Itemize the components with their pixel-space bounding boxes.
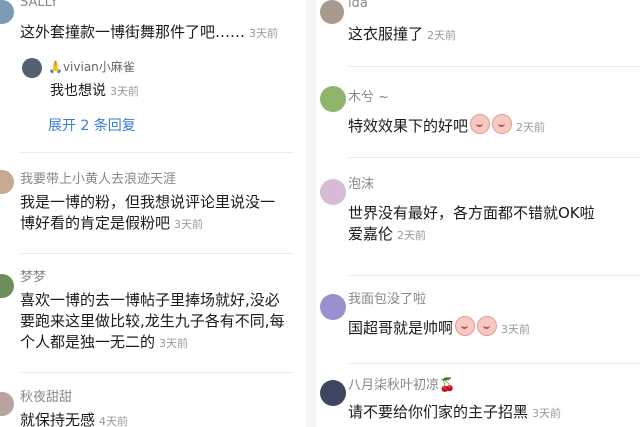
comment-username: 八月柒秋叶初凉 xyxy=(348,378,440,393)
divider xyxy=(348,157,640,158)
crying-face-emoji xyxy=(477,316,498,336)
avatar[interactable] xyxy=(0,392,14,416)
comment-text: 喜欢一博的去一博帖子里捧场就好,没必 要跑来这里做比较,龙生九子各有不同,每 个… xyxy=(20,290,304,354)
comment-body-line: 要跑来这里做比较,龙生九子各有不同,每 xyxy=(20,312,285,330)
comment-time: 3天前 xyxy=(532,407,562,420)
divider xyxy=(348,275,640,276)
avatar[interactable] xyxy=(320,179,346,205)
comment-username[interactable]: 秋夜甜甜 xyxy=(20,386,72,405)
crying-face-emoji xyxy=(455,316,476,336)
avatar[interactable] xyxy=(320,86,346,112)
comment-body-line: 博好看的肯定是假粉吧 xyxy=(20,214,171,232)
comment-body: 就保持无感 xyxy=(20,411,96,427)
crying-face-emoji xyxy=(470,114,491,134)
comment-item: 梦梦 喜欢一博的去一博帖子里捧场就好,没必 要跑来这里做比较,龙生九子各有不同,… xyxy=(0,262,306,372)
comment-text: 国超哥就是帅啊 3天前 xyxy=(348,316,530,340)
column-gap xyxy=(306,0,316,427)
avatar[interactable] xyxy=(0,274,14,298)
reply-text: 我也想说 3天前 xyxy=(50,80,139,100)
comment-body-line-end: 博好看的肯定是假粉吧 3天前 xyxy=(20,213,304,235)
comment-username[interactable]: 梦梦 xyxy=(20,266,46,285)
comment-time: 2天前 xyxy=(427,29,457,42)
avatar[interactable] xyxy=(0,0,14,24)
comment-body-line-end: 个人都是独一无二的 3天前 xyxy=(20,332,304,354)
comment-body: 这衣服撞了 xyxy=(348,25,424,43)
comment-body-line: 喜欢一博的去一博帖子里捧场就好,没必 xyxy=(20,291,280,309)
comment-time: 3天前 xyxy=(174,218,204,231)
comment-item: 木兮 ~ 特效效果下的好吧 2天前 xyxy=(316,72,640,152)
avatar[interactable] xyxy=(320,0,344,24)
divider xyxy=(348,66,640,67)
comment-username[interactable]: 我要带上小黄人去浪迹天涯 xyxy=(20,168,176,187)
divider xyxy=(20,253,294,254)
divider xyxy=(20,372,294,373)
comment-body: 特效效果下的好吧 xyxy=(348,117,469,135)
comment-body-line: 爱嘉伦 xyxy=(348,225,394,243)
expand-replies-link[interactable]: 展开 2 条回复 xyxy=(48,115,136,135)
comment-username[interactable]: ida xyxy=(348,0,368,11)
cherry-icon: 🍒 xyxy=(439,378,456,393)
reply-time: 3天前 xyxy=(110,85,139,98)
comment-item: 秋夜甜甜 就保持无感 4天前 xyxy=(0,380,306,427)
comment-username[interactable]: SALLY xyxy=(20,0,58,10)
comment-username[interactable]: 木兮 ~ xyxy=(348,86,389,105)
divider xyxy=(20,152,294,153)
right-comment-column: ida 这衣服撞了 2天前 木兮 ~ 特效效果下的好吧 2天前 泡沫 世界没有最好，… xyxy=(316,0,640,427)
avatar[interactable] xyxy=(320,294,346,320)
comment-text: 这外套撞款一博街舞那件了吧…… 3天前 xyxy=(20,22,278,44)
comment-username[interactable]: 我面包没了啦 xyxy=(348,288,426,307)
comment-time: 2天前 xyxy=(397,229,427,242)
comment-username[interactable]: 泡沫 xyxy=(348,173,374,192)
avatar[interactable] xyxy=(320,380,346,406)
crying-face-emoji xyxy=(492,114,513,134)
reply-username[interactable]: 🙏vivian小麻雀 xyxy=(48,58,135,75)
reply-body: 我也想说 xyxy=(50,83,106,99)
comment-text: 特效效果下的好吧 2天前 xyxy=(348,114,545,138)
comment-item: 我面包没了啦 国超哥就是帅啊 3天前 xyxy=(316,282,640,362)
comment-time: 3天前 xyxy=(159,337,189,350)
comment-item: ida 这衣服撞了 2天前 xyxy=(316,0,640,60)
comment-item: 泡沫 世界没有最好，各方面都不错就OK啦 爱嘉伦 2天前 xyxy=(316,165,640,270)
comment-text: 请不要给你们家的主子招黑 3天前 xyxy=(348,402,561,424)
comment-text: 我是一博的粉，但我想说评论里说没一 博好看的肯定是假粉吧 3天前 xyxy=(20,192,304,235)
comment-body-line: 我是一博的粉，但我想说评论里说没一 xyxy=(20,193,276,211)
comment-text: 就保持无感 4天前 xyxy=(20,410,128,427)
comment-body: 国超哥就是帅啊 xyxy=(348,319,454,337)
comment-text: 这衣服撞了 2天前 xyxy=(348,24,456,46)
comment-body-line: 个人都是独一无二的 xyxy=(20,333,156,351)
comment-body: 请不要给你们家的主子招黑 xyxy=(348,403,529,421)
comment-time: 2天前 xyxy=(516,121,546,134)
comment-item: SALLY 这外套撞款一博街舞那件了吧…… 3天前 🙏vivian小麻雀 我也想说… xyxy=(0,0,306,150)
comment-time: 3天前 xyxy=(501,323,531,336)
reply-avatar[interactable] xyxy=(22,58,42,78)
comment-item: 八月柒秋叶初凉🍒 请不要给你们家的主子招黑 3天前 xyxy=(316,370,640,427)
comment-time: 3天前 xyxy=(249,27,279,40)
comment-item: 我要带上小黄人去浪迹天涯 我是一博的粉，但我想说评论里说没一 博好看的肯定是假粉… xyxy=(0,160,306,248)
comment-username-row[interactable]: 八月柒秋叶初凉🍒 xyxy=(348,374,455,393)
divider xyxy=(348,363,640,364)
comment-body: 这外套撞款一博街舞那件了吧…… xyxy=(20,23,246,41)
comment-body-line-end: 爱嘉伦 2天前 xyxy=(348,224,595,246)
comment-text: 世界没有最好，各方面都不错就OK啦 爱嘉伦 2天前 xyxy=(348,203,595,246)
comment-body-line: 世界没有最好，各方面都不错就OK啦 xyxy=(348,204,595,222)
avatar[interactable] xyxy=(0,170,14,194)
left-comment-column: SALLY 这外套撞款一博街舞那件了吧…… 3天前 🙏vivian小麻雀 我也想说… xyxy=(0,0,306,427)
comment-time: 4天前 xyxy=(99,415,129,427)
